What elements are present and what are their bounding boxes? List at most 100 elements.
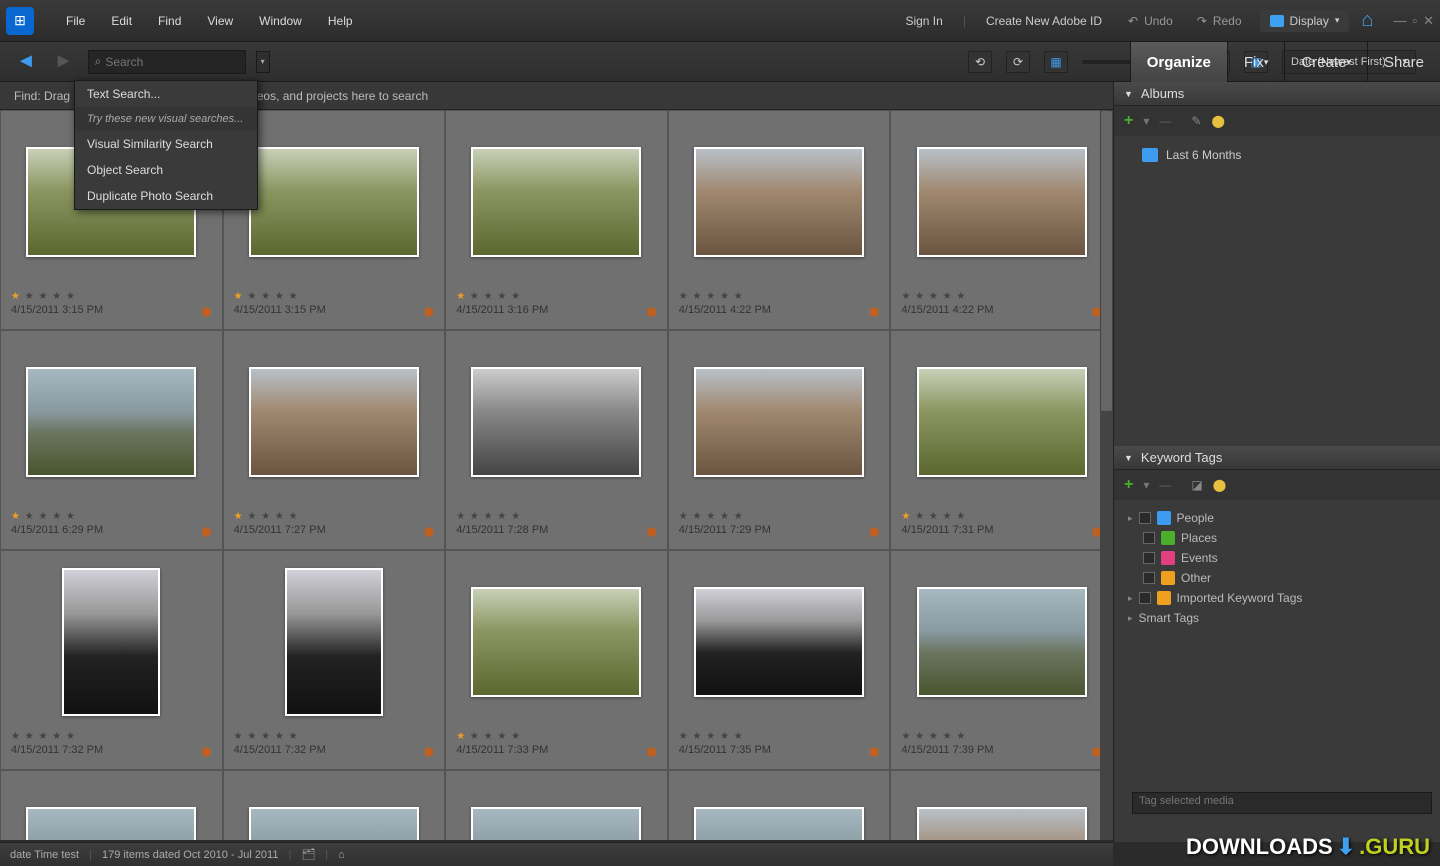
thumbnail-image[interactable] [917,807,1087,840]
status-icon[interactable]: 🗂 [301,848,315,861]
thumbnail-image[interactable] [694,367,864,477]
tag-other[interactable]: Other [1122,568,1432,588]
thumbnail-cell[interactable]: ★ ★ ★ ★ ★ ⬢ [668,770,891,840]
thumbnail-cell[interactable]: ★ ★ ★ ★ ★ 4/15/2011 7:28 PM⬢ [445,330,668,550]
menu-view[interactable]: View [195,8,245,34]
add-tag-button[interactable]: + [1124,476,1133,494]
search-input-container[interactable]: ⌕ [88,50,246,74]
view-rotate-right-icon[interactable]: ⟳ [1006,51,1030,73]
thumbnail-tag-icon[interactable]: ⬢ [424,525,434,539]
thumbnail-tag-icon[interactable]: ⬢ [201,305,211,319]
thumbnail-image[interactable] [26,367,196,477]
thumbnail-image[interactable] [694,587,864,697]
thumbnail-rating[interactable]: ★ ★ ★ ★ ★ [679,291,880,302]
thumbnail-image[interactable] [471,147,641,257]
home-icon[interactable]: ⌂ [1361,9,1373,32]
thumbnail-cell[interactable]: ★ ★ ★ ★ ★ 4/15/2011 6:29 PM⬢ [0,330,223,550]
tag-checkbox[interactable] [1143,552,1155,564]
thumbnail-cell[interactable]: ★ ★ ★ ★ ★ ⬢ [0,770,223,840]
dropdown-visual-similarity-search[interactable]: Visual Similarity Search [75,131,257,157]
menu-file[interactable]: File [54,8,97,34]
thumbnail-rating[interactable]: ★ ★ ★ ★ ★ [11,291,212,302]
thumbnail-tag-icon[interactable]: ⬢ [869,525,879,539]
thumbnail-image[interactable] [62,568,160,716]
thumbnail-image[interactable] [249,367,419,477]
search-dropdown-button[interactable]: ▾ [256,51,270,73]
thumbnail-cell[interactable]: ★ ★ ★ ★ ★ 4/15/2011 7:27 PM⬢ [223,330,446,550]
mode-tab-fix[interactable]: Fix ▾ [1227,42,1285,82]
thumbnail-rating[interactable]: ★ ★ ★ ★ ★ [234,511,435,522]
sign-in-link[interactable]: Sign In [897,10,950,32]
undo-button[interactable]: ↶Undo [1122,10,1179,32]
search-input[interactable] [105,55,238,69]
create-adobe-id-link[interactable]: Create New Adobe ID [978,10,1110,32]
thumbnail-cell[interactable]: ★ ★ ★ ★ ★ 4/15/2011 7:32 PM⬢ [0,550,223,770]
tag-events[interactable]: Events [1122,548,1432,568]
thumbnail-rating[interactable]: ★ ★ ★ ★ ★ [11,511,212,522]
menu-window[interactable]: Window [247,8,314,34]
thumbnail-image[interactable] [471,807,641,840]
thumbnail-rating[interactable]: ★ ★ ★ ★ ★ [679,731,880,742]
thumbnail-rating[interactable]: ★ ★ ★ ★ ★ [679,511,880,522]
thumbnail-cell[interactable]: ★ ★ ★ ★ ★ 4/15/2011 7:35 PM⬢ [668,550,891,770]
menu-help[interactable]: Help [316,8,365,34]
mode-tab-organize[interactable]: Organize [1130,42,1227,82]
mode-tab-create[interactable]: Create ▾ [1284,42,1367,82]
tag-checkbox[interactable] [1143,572,1155,584]
thumbnail-tag-icon[interactable]: ⬢ [201,745,211,759]
tag-places[interactable]: Places [1122,528,1432,548]
close-button[interactable]: ✕ [1423,13,1434,29]
thumbnail-rating[interactable]: ★ ★ ★ ★ ★ [456,511,657,522]
thumbnail-rating[interactable]: ★ ★ ★ ★ ★ [901,731,1102,742]
thumbnail-image[interactable] [249,147,419,257]
tag-checkbox[interactable] [1143,532,1155,544]
thumbnail-cell[interactable]: ★ ★ ★ ★ ★ ⬢ [223,770,446,840]
thumbnail-image[interactable] [694,807,864,840]
nav-back-button[interactable]: ◄ [12,48,40,75]
dropdown-text-search[interactable]: Text Search... [75,81,257,107]
thumbnail-tag-icon[interactable]: ⬢ [201,525,211,539]
minimize-button[interactable]: — [1393,13,1406,29]
app-logo-icon[interactable]: ⊞ [6,7,34,35]
tag-media-input[interactable] [1133,795,1431,807]
thumbnail-cell[interactable]: ★ ★ ★ ★ ★ 4/15/2011 7:39 PM⬢ [890,550,1113,770]
thumbnail-image[interactable] [917,147,1087,257]
thumbnail-image[interactable] [917,367,1087,477]
tag-checkbox[interactable] [1139,512,1151,524]
menu-edit[interactable]: Edit [99,8,144,34]
thumbnail-cell[interactable]: ★ ★ ★ ★ ★ 4/15/2011 7:29 PM⬢ [668,330,891,550]
thumbnail-tag-icon[interactable]: ⬢ [646,305,656,319]
thumbnail-tag-icon[interactable]: ⬢ [646,745,656,759]
thumbnail-rating[interactable]: ★ ★ ★ ★ ★ [456,291,657,302]
thumbnail-image[interactable] [285,568,383,716]
thumbnail-cell[interactable]: ★ ★ ★ ★ ★ 4/15/2011 4:22 PM⬢ [668,110,891,330]
view-rotate-left-icon[interactable]: ⟲ [968,51,992,73]
thumbnail-image[interactable] [249,807,419,840]
add-album-button[interactable]: + [1124,112,1133,130]
thumbnail-tag-icon[interactable]: ⬢ [424,745,434,759]
thumbnail-rating[interactable]: ★ ★ ★ ★ ★ [11,731,212,742]
albums-panel-header[interactable]: ▼Albums [1114,82,1440,106]
dropdown-object-search[interactable]: Object Search [75,157,257,183]
thumbnail-cell[interactable]: ★ ★ ★ ★ ★ ⬢ [890,770,1113,840]
thumbnail-rating[interactable]: ★ ★ ★ ★ ★ [901,291,1102,302]
albums-tip-icon[interactable]: ⬤ [1211,114,1224,128]
album-item-last6months[interactable]: Last 6 Months [1134,144,1432,166]
thumbnail-image[interactable] [694,147,864,257]
thumbnail-cell[interactable]: ★ ★ ★ ★ ★ 4/15/2011 7:32 PM⬢ [223,550,446,770]
face-recognition-icon[interactable]: ◪ [1191,478,1202,492]
thumbnail-rating[interactable]: ★ ★ ★ ★ ★ [456,731,657,742]
edit-album-icon[interactable]: ✎ [1191,114,1201,128]
tag-imported-keyword-tags[interactable]: ▸Imported Keyword Tags [1122,588,1432,608]
thumbnail-tag-icon[interactable]: ⬢ [869,305,879,319]
thumbnail-tag-icon[interactable]: ⬢ [646,525,656,539]
thumbnail-tag-icon[interactable]: ⬢ [869,745,879,759]
thumbnail-image[interactable] [26,807,196,840]
vertical-scrollbar[interactable] [1100,110,1113,840]
thumbnail-cell[interactable]: ★ ★ ★ ★ ★ 4/15/2011 7:33 PM⬢ [445,550,668,770]
keyword-tags-panel-header[interactable]: ▼Keyword Tags [1114,446,1440,470]
thumbnail-image[interactable] [471,367,641,477]
maximize-button[interactable]: ▫ [1412,13,1417,29]
smart-tags[interactable]: ▸Smart Tags [1122,608,1432,628]
redo-button[interactable]: ↷Redo [1191,10,1248,32]
